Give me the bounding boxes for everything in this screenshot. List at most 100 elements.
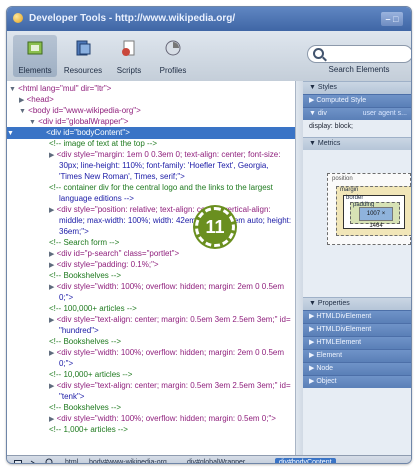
window-controls[interactable]: – □ xyxy=(381,12,403,26)
disclosure-open-icon[interactable]: ▼ xyxy=(19,108,26,115)
tab-label: Profiles xyxy=(159,66,187,75)
node-text: <div style="padding: 0.1%;"> xyxy=(56,260,159,269)
breadcrumb-2[interactable]: div#globalWrapper xyxy=(187,458,245,463)
devtools-window: Developer Tools - http://www.wikipedia.o… xyxy=(6,6,412,464)
rule-source[interactable]: user agent s... xyxy=(363,108,407,120)
computed-style-section[interactable]: ▶ Computed Style xyxy=(303,94,411,107)
dom-node[interactable]: ▶ <div style="width: 100%; overflow: hid… xyxy=(49,347,284,359)
node-text: <div style="width: 100%; overflow: hidde… xyxy=(56,282,285,291)
node-text: <!-- Bookshelves --> xyxy=(49,403,122,412)
div-rule-header[interactable]: ▼ div user agent s... xyxy=(303,107,411,120)
border-label: border xyxy=(346,195,364,201)
margin-label: margin xyxy=(340,187,359,193)
node-text: <div id="globalWrapper"> xyxy=(38,117,129,126)
disclosure-closed-icon[interactable]: ▶ xyxy=(49,207,54,214)
node-text: <html lang="mul" dir="ltr"> xyxy=(18,84,112,93)
metrics-section[interactable]: ▼ Metrics xyxy=(303,137,411,150)
node-text: 'Times New Roman', Times, serif;"> xyxy=(59,172,185,181)
node-text: <div id="bodyContent"> xyxy=(46,128,130,137)
div-rule-label: ▼ div xyxy=(309,110,327,117)
node-text: <div style="margin: 1em 0 0.3em 0; text-… xyxy=(56,150,281,159)
node-text: <!-- Search form --> xyxy=(49,238,120,247)
node-text: <!-- Bookshelves --> xyxy=(49,337,122,346)
node-text: "hundred"> xyxy=(59,326,99,335)
search-icon[interactable] xyxy=(45,458,55,463)
border-box: border padding 1007 × 1464 xyxy=(343,195,405,229)
tab-profiles[interactable]: Profiles xyxy=(151,35,195,77)
node-text: <!-- 1,000+ articles --> xyxy=(49,425,128,434)
disclosure-open-icon[interactable]: ▼ xyxy=(7,130,14,137)
tab-label: Resources xyxy=(63,66,103,75)
disclosure-closed-icon[interactable]: ▶ xyxy=(49,383,54,390)
search-icon xyxy=(313,48,324,59)
scripts-icon xyxy=(120,39,138,57)
styles-sidebar: ▼ Styles ▶ Computed Style ▼ div user age… xyxy=(303,81,411,455)
tab-label: Scripts xyxy=(116,66,142,75)
disclosure-open-icon[interactable]: ▼ xyxy=(29,119,36,126)
callout-badge: 11 xyxy=(195,207,235,247)
node-text: <div style="text-align: center; margin: … xyxy=(56,315,291,324)
disclosure-closed-icon[interactable]: ▶ xyxy=(49,317,54,324)
node-text: 0;"> xyxy=(59,293,74,302)
property-item[interactable]: ▶ Node xyxy=(303,362,411,375)
node-text: <div id="p-search" class="portlet"> xyxy=(56,249,180,258)
node-text: <div style="position: relative; text-ali… xyxy=(56,205,271,214)
node-text: 30px; line-height: 110%; font-family: 'H… xyxy=(59,161,269,170)
toolbar: Elements Resources Scripts Profiles Sear… xyxy=(7,31,411,82)
node-text: <div style="width: 100%; overflow: hidde… xyxy=(56,348,285,357)
property-item[interactable]: ▶ HTMLElement xyxy=(303,336,411,349)
node-text: <div style="text-align: center; margin: … xyxy=(56,381,291,390)
properties-section[interactable]: ▼ Properties xyxy=(303,297,411,310)
content-size: 1007 × 1464 xyxy=(359,207,393,229)
dock-icon[interactable] xyxy=(29,458,39,463)
property-item[interactable]: ▶ HTMLDivElement xyxy=(303,310,411,323)
padding-box: padding 1007 × 1464 xyxy=(350,202,400,229)
elements-tree[interactable]: ▼ <html lang="mul" dir="ltr"> ▶ <head> ▼ <… xyxy=(7,81,295,455)
position-label: position xyxy=(332,176,353,182)
tab-resources[interactable]: Resources xyxy=(61,35,105,77)
breadcrumb-0[interactable]: html xyxy=(65,458,78,463)
property-item[interactable]: ▶ Element xyxy=(303,349,411,362)
search-elements-input[interactable] xyxy=(307,45,411,63)
dom-node[interactable]: ▶ <div style="width: 100%; overflow: hid… xyxy=(49,281,284,293)
property-item[interactable]: ▶ Object xyxy=(303,375,411,388)
elements-icon xyxy=(26,39,44,57)
node-text: <!-- container div for the central logo … xyxy=(49,183,273,192)
disclosure-closed-icon[interactable]: ▶ xyxy=(49,350,54,357)
tab-scripts[interactable]: Scripts xyxy=(107,35,151,77)
property-item[interactable]: ▶ HTMLDivElement xyxy=(303,323,411,336)
dom-node[interactable]: middle; max-width: 100%; width: 42em; ma… xyxy=(59,215,291,227)
disclosure-closed-icon[interactable]: ▶ xyxy=(19,97,24,104)
tab-label: Elements xyxy=(18,66,52,75)
disclosure-closed-icon[interactable]: ▶ xyxy=(49,152,54,159)
dom-node[interactable]: <!-- 1,000+ articles --> xyxy=(49,424,128,436)
disclosure-closed-icon[interactable]: ▶ xyxy=(49,262,54,269)
console-icon[interactable] xyxy=(13,458,23,463)
breadcrumb-1[interactable]: body#www-wikipedia-org xyxy=(89,458,167,463)
tab-elements[interactable]: Elements xyxy=(13,35,57,77)
dom-node[interactable]: ▶ <div style="text-align: center; margin… xyxy=(49,380,291,392)
window-title: Developer Tools - http://www.wikipedia.o… xyxy=(29,13,236,24)
node-text: language editions --> xyxy=(59,194,134,203)
disclosure-closed-icon[interactable]: ▶ xyxy=(49,284,54,291)
display-property: display: block; xyxy=(309,123,353,130)
disclosure-closed-icon[interactable]: ▶ xyxy=(49,251,54,258)
node-text: <body id="www-wikipedia-org"> xyxy=(28,106,141,115)
node-text: <!-- 10,000+ articles --> xyxy=(49,370,133,379)
node-text: <!-- image of text at the top --> xyxy=(49,139,158,148)
node-text: middle; max-width: 100%; width: 42em; ma… xyxy=(59,216,292,225)
resources-icon xyxy=(74,39,92,57)
node-text: <div style="width: 100%; overflow: hidde… xyxy=(56,414,276,423)
breadcrumb-3[interactable]: div#bodyContent xyxy=(275,458,336,463)
profiles-icon xyxy=(164,39,182,57)
styles-section[interactable]: ▼ Styles xyxy=(303,81,411,94)
disclosure-open-icon[interactable]: ▼ xyxy=(9,86,16,93)
title-bar: Developer Tools - http://www.wikipedia.o… xyxy=(7,7,411,31)
node-text: 0;"> xyxy=(59,359,74,368)
app-icon xyxy=(13,13,23,23)
margin-box: margin border padding 1007 × 1464 xyxy=(336,186,411,236)
disclosure-closed-icon[interactable]: ▶ xyxy=(49,416,54,423)
node-text: "tenk"> xyxy=(59,392,85,401)
node-text: <!-- Bookshelves --> xyxy=(49,271,122,280)
node-text: 36em;"> xyxy=(59,227,89,236)
